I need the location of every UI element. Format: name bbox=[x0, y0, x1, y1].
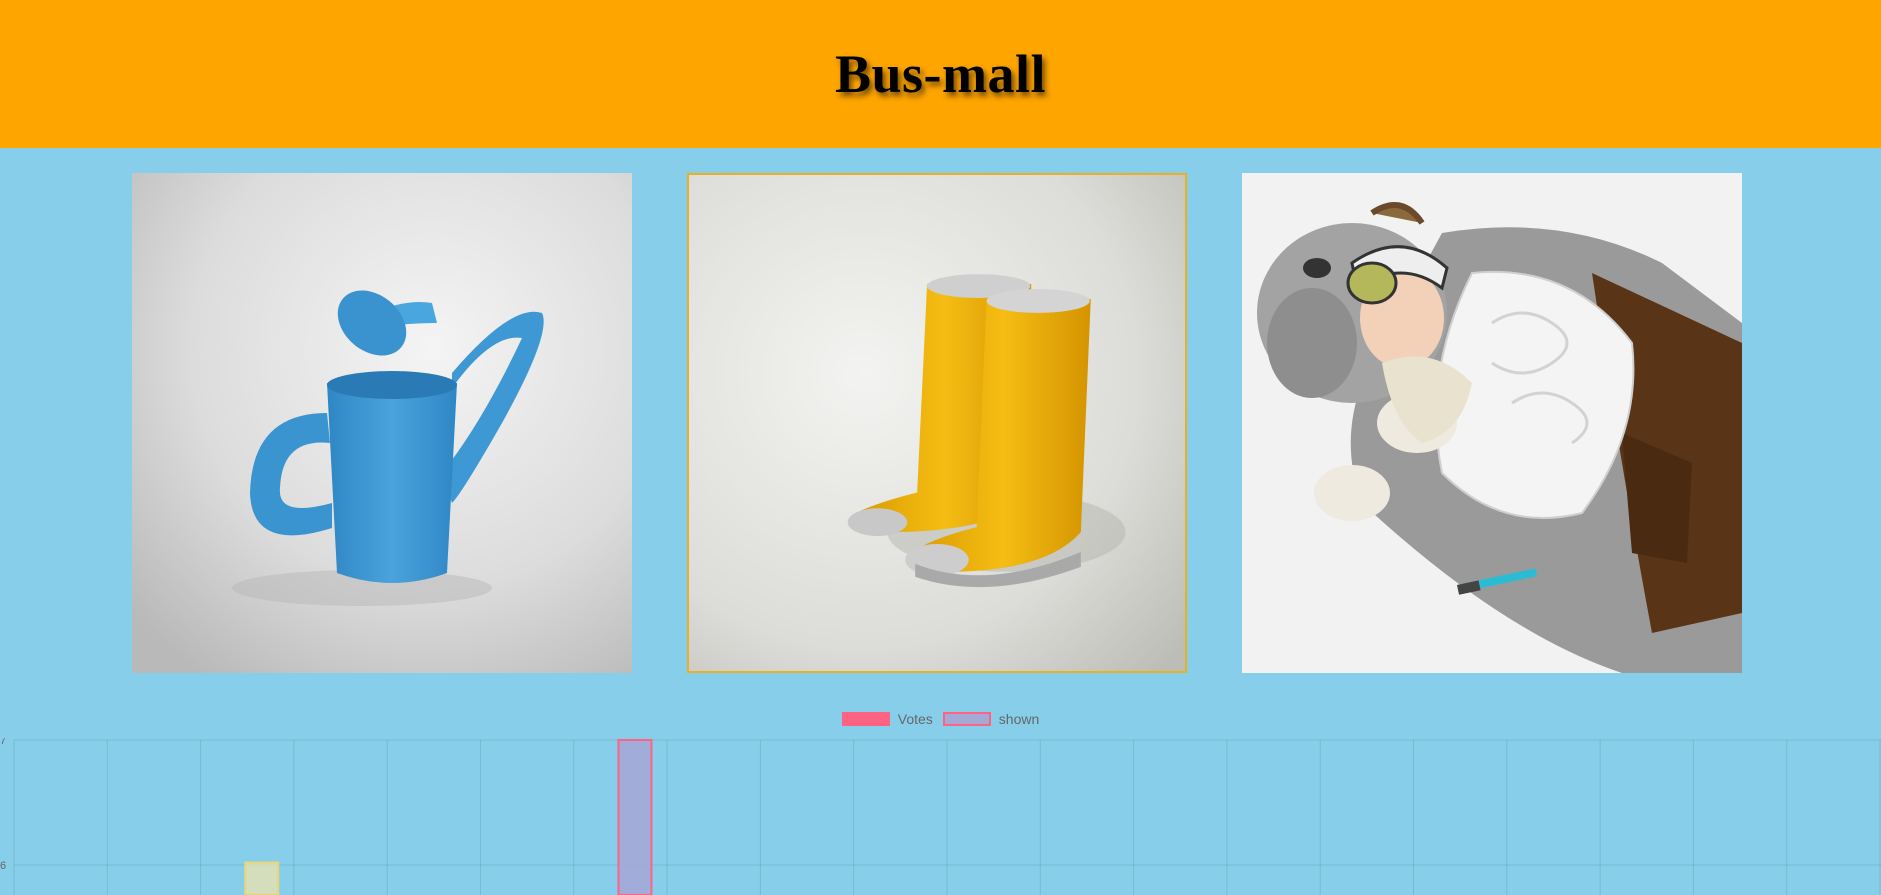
legend-item-shown[interactable]: shown bbox=[942, 711, 1040, 727]
results-chart: 76 bbox=[0, 738, 1881, 895]
chart-y-tick-label: 6 bbox=[0, 860, 6, 872]
chart-y-tick-label: 7 bbox=[0, 738, 6, 747]
legend-swatch-votes bbox=[841, 712, 890, 726]
legend-swatch-shown bbox=[942, 712, 991, 726]
page-header: Bus-mall bbox=[0, 0, 1881, 148]
chart-legend: Votes shown bbox=[0, 711, 1881, 727]
product-image-tauntaun[interactable] bbox=[1242, 173, 1742, 673]
legend-label-shown: shown bbox=[998, 711, 1040, 727]
watering-can-image bbox=[132, 173, 632, 673]
sleeping-bag-image bbox=[1242, 173, 1742, 673]
legend-label-votes: Votes bbox=[897, 711, 933, 727]
page-title: Bus-mall bbox=[834, 44, 1047, 104]
product-image-water-can[interactable] bbox=[132, 173, 632, 673]
boots-image bbox=[689, 175, 1185, 671]
chart-bar-shown[interactable] bbox=[244, 861, 280, 895]
product-image-boots[interactable] bbox=[687, 173, 1187, 673]
legend-item-votes[interactable]: Votes bbox=[841, 711, 933, 727]
chart-bar-shown[interactable] bbox=[617, 739, 653, 895]
